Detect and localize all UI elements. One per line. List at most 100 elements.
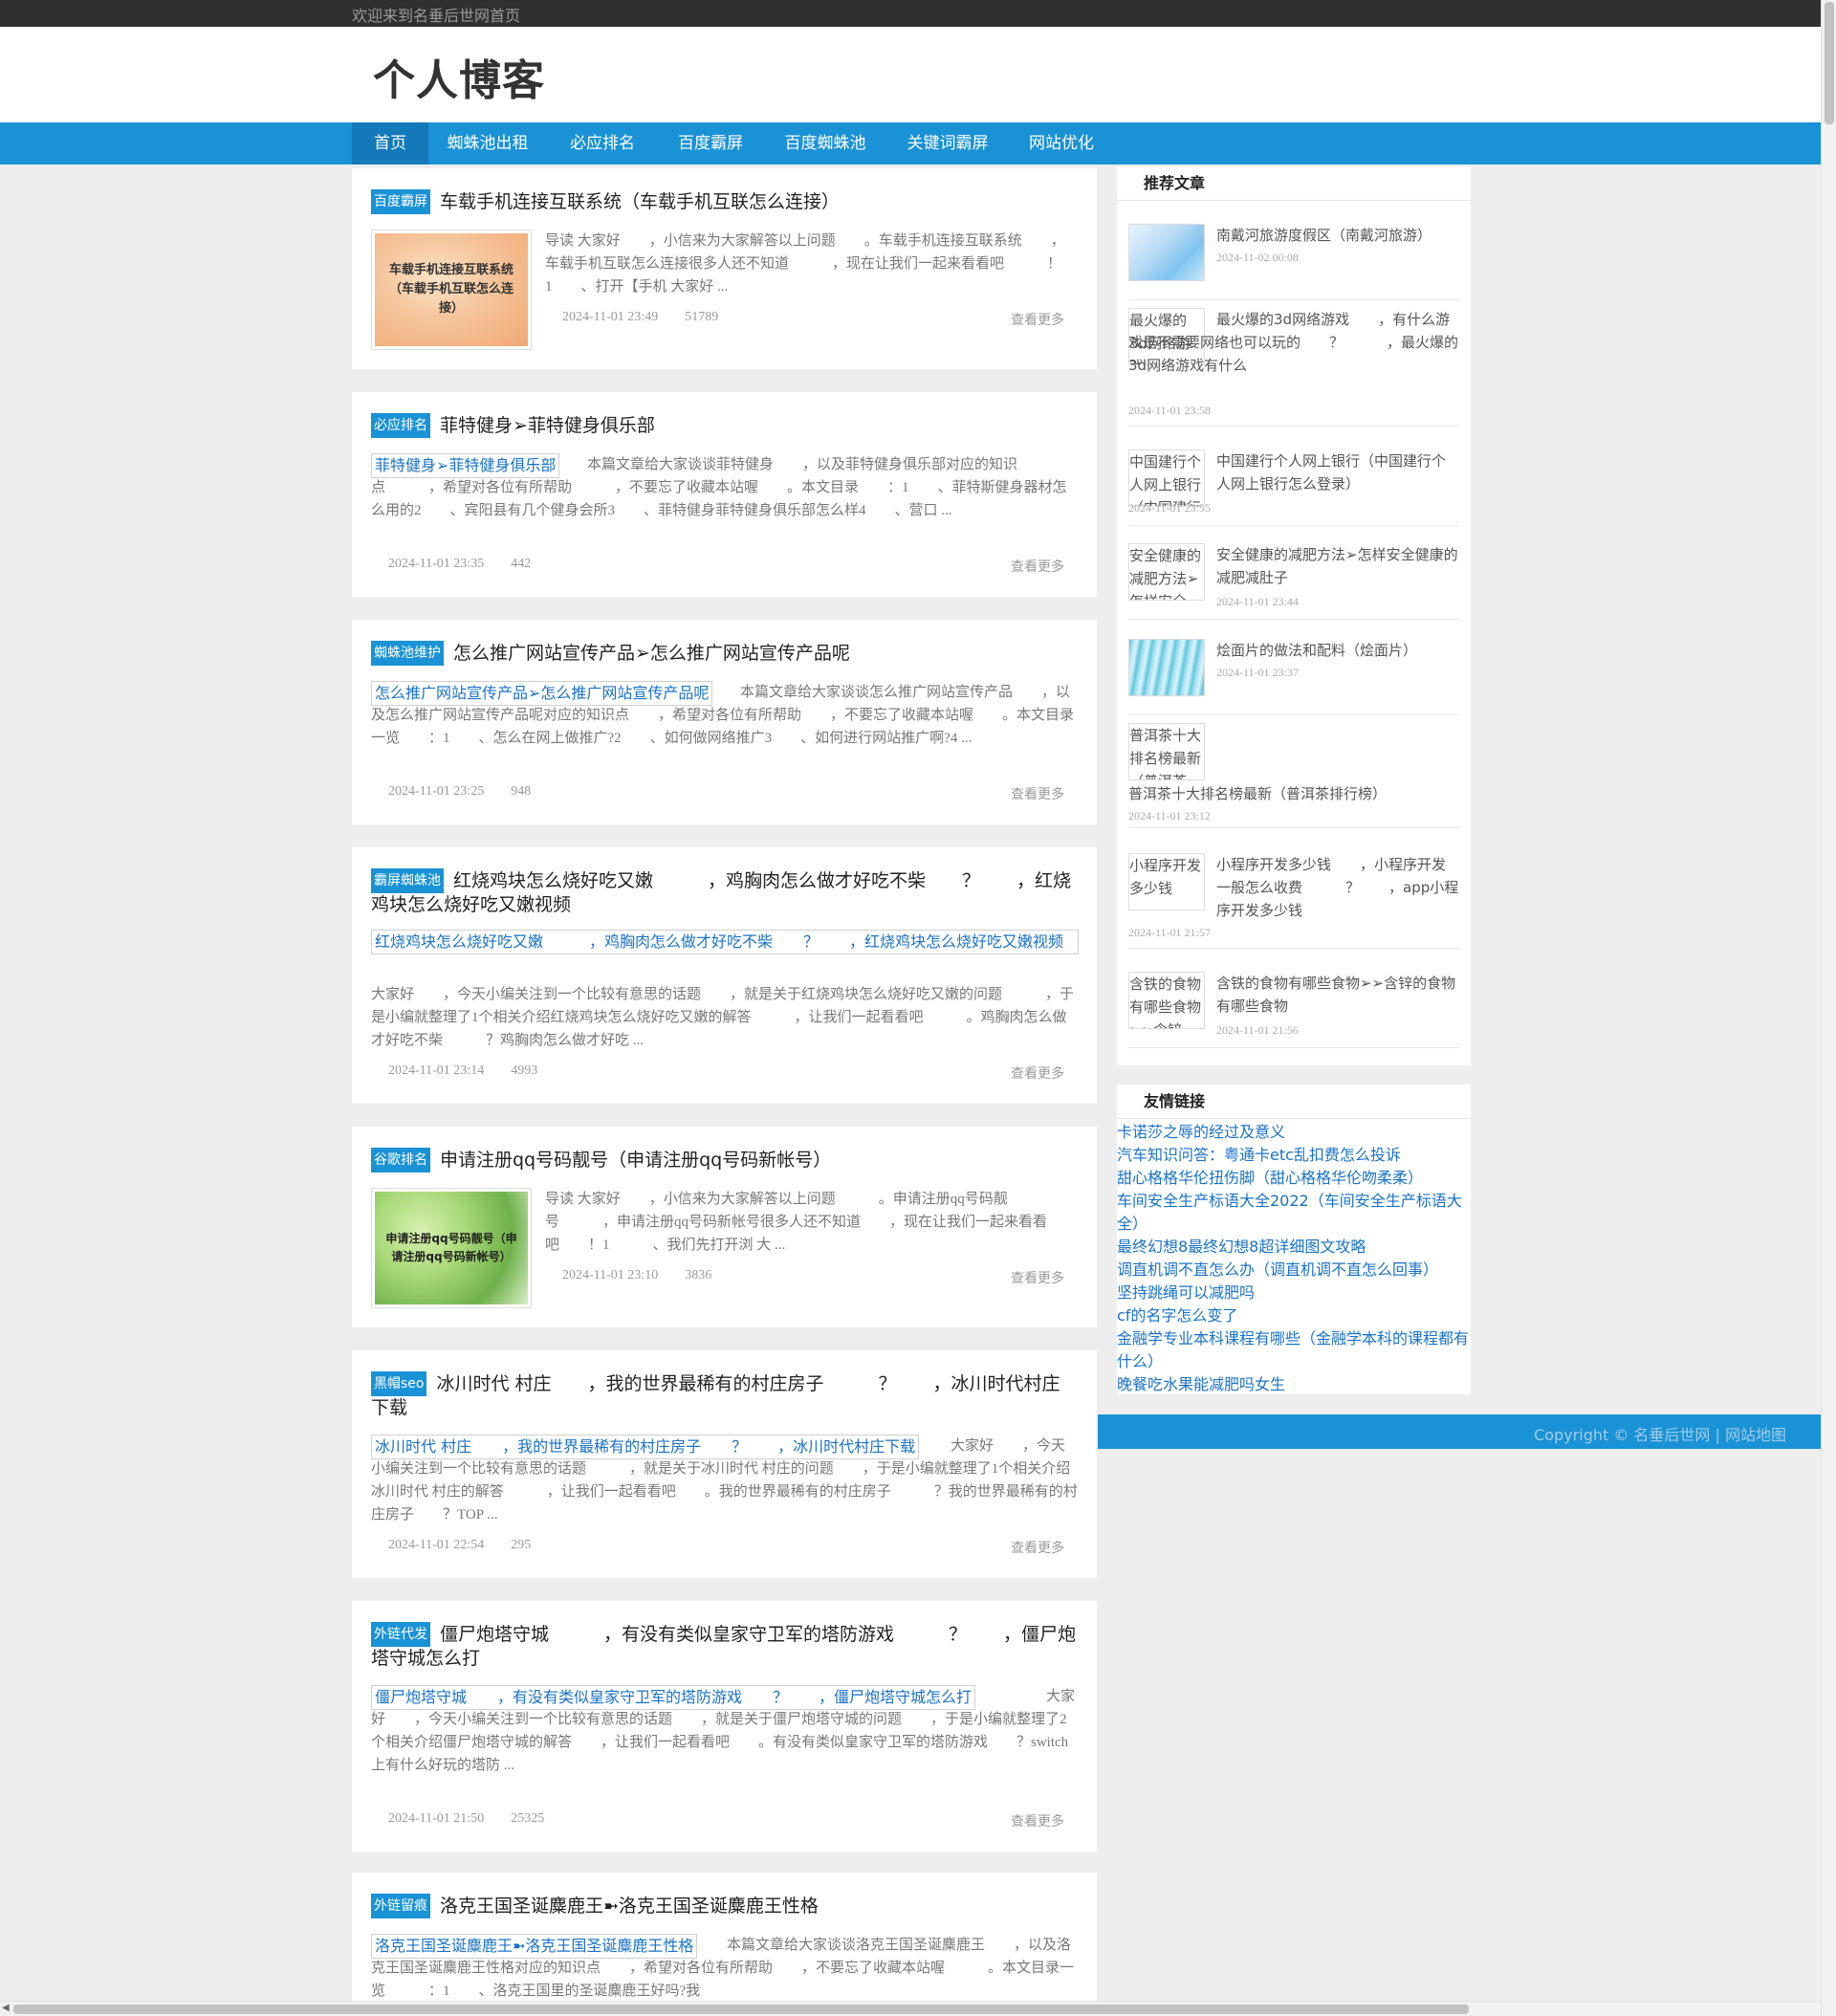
post-excerpt: 大家好 ，今天小编关注到一个比较有意思的话题 ，就是关于僵尸炮塔守城的问题 ，于… xyxy=(371,1689,1076,1773)
friend-link[interactable]: 甜心格格华伦扭伤脚（甜心格格华伦吻柔柔） xyxy=(1117,1167,1471,1190)
site-title[interactable]: 个人博客 xyxy=(373,46,545,107)
category-badge[interactable]: 谷歌排名 xyxy=(371,1148,430,1172)
recommended-thumbnail-broken[interactable]: 安全健康的减肥方法➢怎样安全 xyxy=(1128,543,1205,601)
post-card: 外链留痕 洛克王国圣诞麋鹿王➼洛克王国圣诞麋鹿王性格 洛克王国圣诞麋鹿王➼洛克王国… xyxy=(352,1873,1097,2016)
post-views: 3836 xyxy=(685,1268,712,1282)
post-views: 25325 xyxy=(511,1811,545,1826)
category-badge[interactable]: 霸屏蜘蛛池 xyxy=(371,868,444,893)
post-excerpt: 导读 大家好 ，小信来为大家解答以上问题 。车载手机连接互联系统 ，车载手机互联… xyxy=(545,233,1065,295)
category-badge[interactable]: 百度霸屏 xyxy=(371,189,430,214)
nav-item-baidu-spider-pool[interactable]: 百度蜘蛛池 xyxy=(763,122,887,164)
post-meta: 2024-11-01 23:25 948 xyxy=(388,784,557,800)
post-card: 黑帽seo 冰川时代 村庄 ，我的世界最稀有的村庄房子 ？ ，冰川时代村庄下载 冰… xyxy=(352,1350,1097,1578)
friend-link[interactable]: 坚持跳绳可以减肥吗 xyxy=(1117,1282,1471,1304)
post-card: 霸屏蜘蛛池红烧鸡块怎么烧好吃又嫩 ，鸡胸肉怎么做才好吃不柴 ？ ，红烧鸡块怎么烧… xyxy=(352,847,1097,1104)
recommended-item[interactable]: 小程序开发多少钱 小程序开发多少钱 ，小程序开发一般怎么收费 ？ ，app小程序… xyxy=(1128,853,1459,949)
friend-link[interactable]: 汽车知识问答：粤通卡etc乱扣费怎么投诉 xyxy=(1117,1144,1471,1167)
site-footer: Copyright © 名垂后世网 | 网站地图 xyxy=(1098,1414,1821,1449)
recommended-thumbnail[interactable] xyxy=(1128,224,1205,281)
post-title[interactable]: 外链留痕 洛克王国圣诞麋鹿王➼洛克王国圣诞麋鹿王性格 xyxy=(371,1894,1078,1918)
recommended-item[interactable]: 中国建行个人网上银行（中国建行 中国建行个人网上银行（中国建行个人网上银行怎么登… xyxy=(1128,449,1459,526)
nav-item-home[interactable]: 首页 xyxy=(352,122,428,164)
friend-link[interactable]: 卡诺莎之辱的经过及意义 xyxy=(1117,1121,1471,1144)
recommended-item[interactable]: 最火爆的3d网络游戏 最火爆的3d网络游戏 ，有什么游戏是不需要网络也可以玩的 … xyxy=(1128,308,1459,427)
post-excerpt: 大家好 ，今天小编关注到一个比较有意思的话题 ，就是关于冰川时代 村庄的问题 ，… xyxy=(371,1438,1078,1523)
friend-link[interactable]: 晚餐吃水果能减肥吗女生 xyxy=(1117,1373,1471,1396)
friend-links-list: 卡诺莎之辱的经过及意义 汽车知识问答：粤通卡etc乱扣费怎么投诉 甜心格格华伦扭… xyxy=(1117,1119,1471,1398)
vertical-scroll-thumb[interactable] xyxy=(1825,2,1834,124)
read-more-link[interactable]: 查看更多 xyxy=(1011,310,1064,329)
friend-link[interactable]: 调直机调不直怎么办（调直机调不直怎么回事） xyxy=(1117,1259,1471,1282)
category-badge[interactable]: 外链留痕 xyxy=(371,1894,430,1918)
nav-item-keyword-screen[interactable]: 关键词霸屏 xyxy=(887,122,1008,164)
post-meta: 2024-11-01 23:10 3836 xyxy=(562,1268,738,1283)
post-card: 谷歌排名 申请注册qq号码靓号（申请注册qq号码新帐号） 申请注册qq号码靓号（申… xyxy=(352,1127,1097,1327)
read-more-link[interactable]: 查看更多 xyxy=(1011,557,1064,576)
copyright-text[interactable]: Copyright © 名垂后世网 | 网站地图 xyxy=(1534,1422,1786,1445)
friend-link[interactable]: 最终幻想8最终幻想8超详细图文攻略 xyxy=(1117,1236,1471,1259)
recommended-item[interactable]: 烩面片的做法和配料（烩面片） 2024-11-01 23:37 xyxy=(1128,639,1459,715)
post-title[interactable]: 蜘蛛池维护 怎么推广网站宣传产品➢怎么推广网站宣传产品呢 xyxy=(371,641,1078,666)
horizontal-scroll-thumb[interactable] xyxy=(13,2005,1469,2014)
post-date: 2024-11-01 23:49 xyxy=(562,310,659,324)
category-badge[interactable]: 外链代发 xyxy=(371,1622,430,1647)
read-more-link[interactable]: 查看更多 xyxy=(1011,784,1064,803)
post-views: 442 xyxy=(511,557,532,571)
friend-link[interactable]: 金融学专业本科课程有哪些（金融学本科的课程都有什么） xyxy=(1117,1327,1471,1373)
read-more-link[interactable]: 查看更多 xyxy=(1011,1811,1064,1830)
post-thumbnail-broken[interactable]: 红烧鸡块怎么烧好吃又嫩 ，鸡胸肉怎么做才好吃不柴 ？ ，红烧鸡块怎么烧好吃又嫩视… xyxy=(371,930,1079,954)
post-meta: 2024-11-01 22:54 295 xyxy=(388,1538,557,1553)
post-title[interactable]: 霸屏蜘蛛池 红烧鸡块怎么烧好吃又嫩 ，鸡胸肉怎么做才好吃不柴 ？ ，红烧鸡块怎么烧… xyxy=(371,868,1078,916)
scroll-left-arrow-icon[interactable]: ◀ xyxy=(2,2003,10,2013)
nav-item-bing-rank[interactable]: 必应排名 xyxy=(547,122,658,164)
site-header: 个人博客 xyxy=(0,27,1821,122)
read-more-link[interactable]: 查看更多 xyxy=(1011,1538,1064,1557)
post-excerpt: 本篇文章给大家谈谈菲特健身 ，以及菲特健身俱乐部对应的知识点 ，希望对各位有所帮… xyxy=(371,457,1067,518)
post-title[interactable]: 百度霸屏 车载手机连接互联系统（车载手机互联怎么连接） xyxy=(371,189,1078,214)
post-title[interactable]: 外链代发 僵尸炮塔守城 ，有没有类似皇家守卫军的塔防游戏 ？ ，僵尸炮塔守城怎么打 xyxy=(371,1622,1078,1670)
post-card: 必应排名 菲特健身➢菲特健身俱乐部 菲特健身➢菲特健身俱乐部 本篇文章给大家谈谈菲… xyxy=(352,392,1097,597)
post-thumbnail[interactable]: 申请注册qq号码靓号（申请注册qq号码新帐号） xyxy=(371,1188,532,1308)
post-date: 2024-11-01 22:54 xyxy=(388,1538,485,1552)
recommended-thumbnail-broken[interactable]: 含铁的食物有哪些食物➢➢含锌 xyxy=(1128,972,1205,1029)
nav-item-baidu-screen[interactable]: 百度霸屏 xyxy=(658,122,763,164)
horizontal-scrollbar[interactable]: ◀ xyxy=(0,2001,1821,2016)
post-meta: 2024-11-01 23:49 51789 xyxy=(562,310,745,325)
post-title[interactable]: 谷歌排名 申请注册qq号码靓号（申请注册qq号码新帐号） xyxy=(371,1148,1078,1172)
recommended-thumbnail-broken[interactable]: 普洱茶十大排名榜最新（普洱茶 xyxy=(1128,723,1205,780)
post-date: 2024-11-01 23:35 xyxy=(388,557,485,571)
main-nav: 首页 蜘蛛池出租 必应排名 百度霸屏 百度蜘蛛池 关键词霸屏 网站优化 xyxy=(0,122,1821,164)
post-excerpt: 本篇文章给大家谈谈洛克王国圣诞麋鹿王 ，以及洛克王国圣诞麋鹿王性格对应的知识点 … xyxy=(371,1938,1075,1999)
friend-links-widget: 友情链接 卡诺莎之辱的经过及意义 汽车知识问答：粤通卡etc乱扣费怎么投诉 甜心… xyxy=(1117,1085,1471,1394)
post-date: 2024-11-01 23:25 xyxy=(388,784,485,799)
recommended-item[interactable]: 南戴河旅游度假区（南戴河旅游） 2024-11-02 00:08 xyxy=(1128,224,1459,300)
nav-item-site-optimization[interactable]: 网站优化 xyxy=(1008,122,1115,164)
post-thumbnail[interactable]: 车载手机连接互联系统（车载手机互联怎么连接） xyxy=(371,230,532,350)
post-title[interactable]: 必应排名 菲特健身➢菲特健身俱乐部 xyxy=(371,413,1078,438)
recommended-item[interactable]: 安全健康的减肥方法➢怎样安全 安全健康的减肥方法➢怎样安全健康的减肥减肚子 20… xyxy=(1128,543,1459,620)
post-title[interactable]: 黑帽seo 冰川时代 村庄 ，我的世界最稀有的村庄房子 ？ ，冰川时代村庄下载 xyxy=(371,1371,1078,1419)
recommended-item[interactable]: 普洱茶十大排名榜最新（普洱茶 普洱茶十大排名榜最新（普洱茶排行榜） 2024-1… xyxy=(1128,723,1459,828)
post-views: 948 xyxy=(511,784,532,799)
recommended-item[interactable]: 含铁的食物有哪些食物➢➢含锌 含铁的食物有哪些食物➢➢含锌的食物有哪些食物 20… xyxy=(1128,972,1459,1048)
category-badge[interactable]: 蜘蛛池维护 xyxy=(371,641,444,666)
read-more-link[interactable]: 查看更多 xyxy=(1011,1063,1064,1083)
friend-link[interactable]: 车间安全生产标语大全2022（车间安全生产标语大全） xyxy=(1117,1190,1471,1236)
category-badge[interactable]: 黑帽seo xyxy=(371,1371,427,1396)
recommended-thumbnail-broken[interactable]: 小程序开发多少钱 xyxy=(1128,853,1205,910)
recommended-thumbnail[interactable] xyxy=(1128,639,1205,696)
post-card: 蜘蛛池维护 怎么推广网站宣传产品➢怎么推广网站宣传产品呢 怎么推广网站宣传产品➢怎… xyxy=(352,620,1097,824)
read-more-link[interactable]: 查看更多 xyxy=(1011,1268,1064,1287)
recommended-thumbnail-broken[interactable]: 中国建行个人网上银行（中国建行 xyxy=(1128,449,1205,507)
recommended-widget: 推荐文章 南戴河旅游度假区（南戴河旅游） 2024-11-02 00:08 最火… xyxy=(1117,166,1471,1065)
nav-item-spider-pool-rent[interactable]: 蜘蛛池出租 xyxy=(428,122,547,164)
vertical-scrollbar[interactable] xyxy=(1821,0,1836,2016)
post-date: 2024-11-01 21:50 xyxy=(388,1811,485,1826)
post-meta: 2024-11-01 23:14 4993 xyxy=(388,1063,564,1079)
widget-title: 友情链接 xyxy=(1117,1085,1471,1119)
category-badge[interactable]: 必应排名 xyxy=(371,413,430,438)
post-views: 4993 xyxy=(511,1063,538,1078)
post-excerpt: 大家好 ，今天小编关注到一个比较有意思的话题 ，就是关于红烧鸡块怎么烧好吃又嫩的… xyxy=(371,987,1075,1048)
widget-title: 推荐文章 xyxy=(1117,166,1471,201)
friend-link[interactable]: cf的名字怎么变了 xyxy=(1117,1304,1471,1327)
